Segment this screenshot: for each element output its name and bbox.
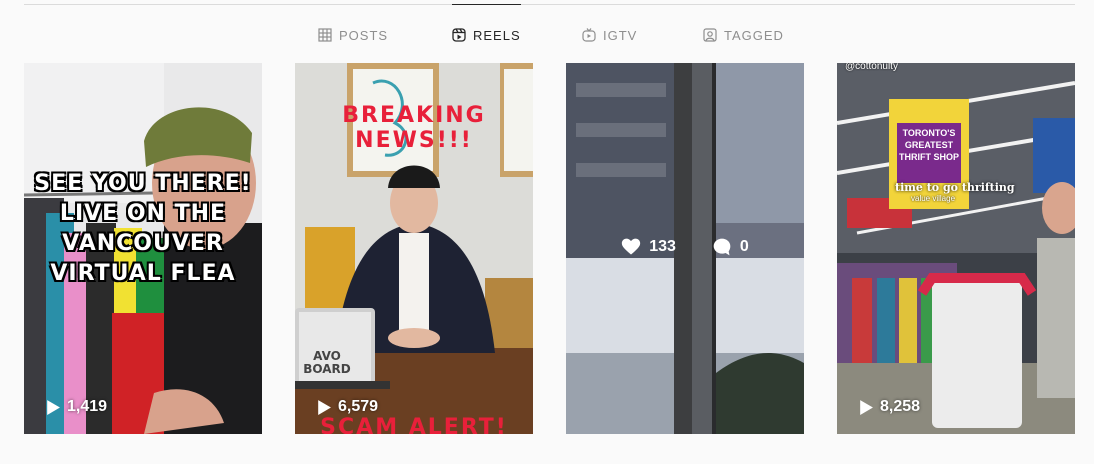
store-name: value village (911, 194, 956, 203)
thrift-shop-sign: TORONTO'S GREATEST THRIFT SHOP (897, 127, 961, 163)
comment-icon (713, 238, 731, 256)
reel-3-engagement: 133 0 (566, 237, 804, 257)
tagged-icon (703, 28, 717, 42)
breaking-news-headline: BREAKING NEWS!!! (342, 103, 486, 153)
sign-line: THRIFT SHOP (899, 152, 959, 162)
reel-tile-4[interactable]: @cottonulty TORONTO'S GREATEST THRIFT SH… (837, 63, 1075, 434)
play-icon (860, 399, 873, 415)
tab-reels[interactable]: REELS (452, 4, 521, 46)
tab-igtv-label: IGTV (603, 27, 638, 43)
grid-icon (318, 28, 332, 42)
reel-tile-2[interactable]: BREAKING NEWS!!! AVO BOARD SCAM ALERT! 6… (295, 63, 533, 434)
igtv-icon (582, 28, 596, 42)
tab-tagged-label: TAGGED (724, 27, 784, 43)
reel-4-caption: time to go thrifting (895, 181, 1015, 194)
tab-tagged[interactable]: TAGGED (703, 24, 784, 46)
reel-4-username: @cottonulty (845, 63, 898, 72)
tab-posts-label: POSTS (339, 27, 389, 43)
play-icon (318, 399, 331, 415)
sign-line: GREATEST (904, 140, 954, 150)
caption-line: SEE YOU THERE! (34, 171, 252, 196)
heart-icon (622, 238, 641, 255)
like-count-value: 133 (649, 238, 676, 255)
play-icon (47, 399, 60, 415)
view-count-value: 8,258 (880, 398, 921, 415)
tab-posts[interactable]: POSTS (318, 24, 388, 46)
profile-tab-bar: POSTS REELS IGTV TAGGED (0, 4, 1094, 46)
comment-count-value: 0 (739, 238, 749, 255)
caption-line: LIVE ON THE (59, 201, 227, 226)
reel-4-thumbnail (837, 63, 1075, 434)
sign-line: TORONTO'S (902, 128, 956, 138)
reels-icon (452, 28, 466, 42)
reel-tile-1[interactable]: SEE YOU THERE! LIVE ON THE VANCOUVER VIR… (24, 63, 262, 434)
tab-igtv[interactable]: IGTV (582, 24, 637, 46)
view-count-value: 6,579 (338, 398, 379, 415)
reel-2-view-count: 6,579 (315, 398, 378, 416)
tab-reels-label: REELS (473, 27, 521, 43)
view-count-value: 1,419 (67, 398, 108, 415)
caption-line: VANCOUVER (62, 231, 224, 256)
comment-count: 0 (712, 237, 749, 257)
profile-divider (24, 4, 1075, 5)
reel-4-view-count: 8,258 (857, 398, 920, 416)
laptop-sticker: AVO BOARD (303, 349, 351, 376)
reel-1-view-count: 1,419 (44, 398, 107, 416)
caption-line: VIRTUAL FLEA (50, 261, 236, 286)
like-count: 133 (621, 237, 676, 257)
reel-1-caption: SEE YOU THERE! LIVE ON THE VANCOUVER VIR… (24, 169, 262, 289)
scam-alert-text: SCAM ALERT! (320, 415, 508, 434)
reel-tile-3[interactable]: 133 0 (566, 63, 804, 434)
